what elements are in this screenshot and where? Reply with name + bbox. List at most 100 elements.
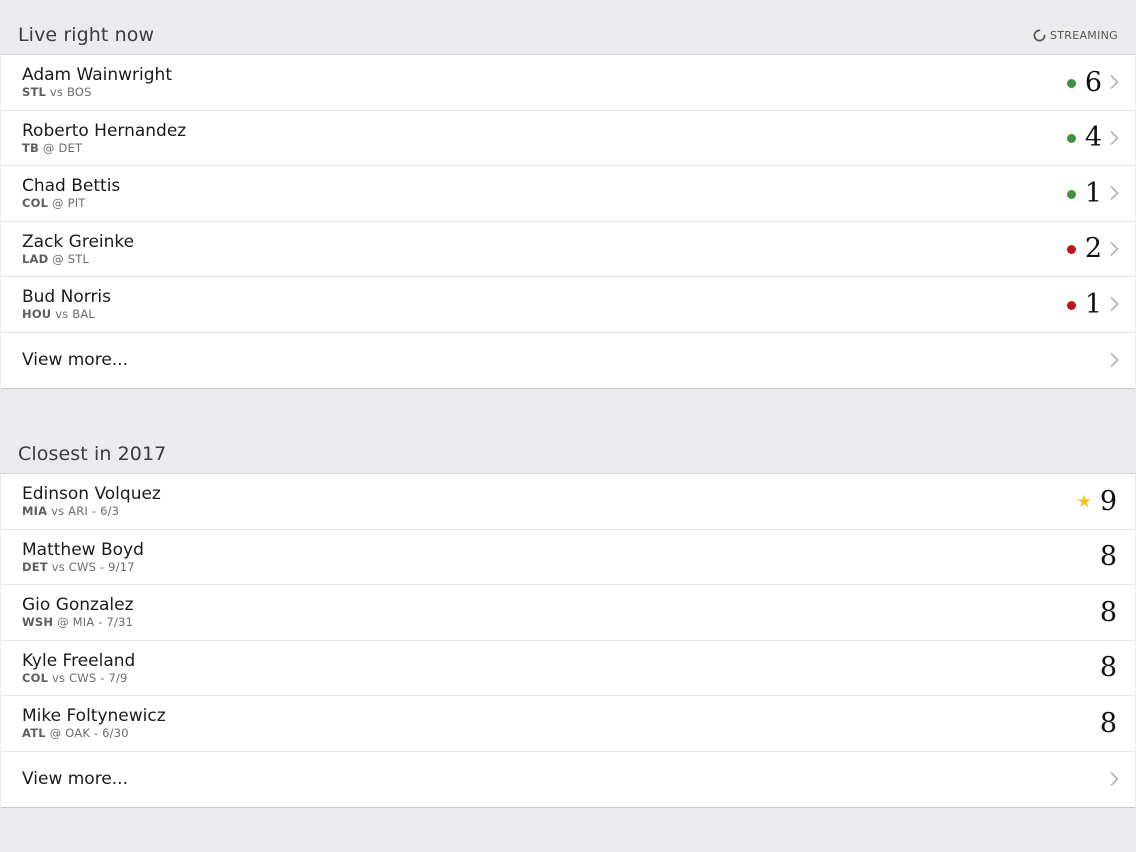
team-abbr: DET [22,559,48,574]
team-abbr: WSH [22,615,54,630]
list-item-text: Kyle Freeland COL vs CWS - 7/9 [22,651,135,685]
score: 2 [1084,233,1102,265]
matchup-separator: vs [52,670,66,685]
team-abbr: COL [22,196,49,211]
score: 8 [1099,541,1117,573]
matchup: STL vs BOS [22,85,172,99]
player-name: Chad Bettis [22,176,121,197]
matchup-separator: vs [51,559,65,574]
opponent: MIA - 7/31 [72,615,134,630]
score: 8 [1099,652,1117,684]
list-item[interactable]: Bud Norris HOU vs BAL 1 [1,277,1135,333]
matchup-separator: vs [49,85,64,100]
matchup: ATL @ OAK - 6/30 [22,726,166,740]
team-abbr: ATL [22,726,46,741]
list-item-text: Roberto Hernandez TB @ DET [22,121,186,155]
matchup: COL vs CWS - 7/9 [22,671,135,685]
player-name: Adam Wainwright [22,65,172,86]
list-item[interactable]: Adam Wainwright STL vs BOS 6 [1,55,1135,111]
list-item-text: Edinson Volquez MIA vs ARI - 6/3 [22,484,161,518]
list-item[interactable]: Zack Greinke LAD @ STL 2 [1,222,1135,277]
player-name: Zack Greinke [22,231,135,252]
matchup: LAD @ STL [22,252,134,266]
matchup: MIA vs ARI - 6/3 [22,504,161,518]
list-item-right: 1 [1066,166,1119,221]
player-name: Bud Norris [22,287,112,308]
team-abbr: COL [22,670,49,685]
list-item-text: Gio Gonzalez WSH @ MIA - 7/31 [22,595,134,629]
list-item[interactable]: Matthew Boyd DET vs CWS - 9/17 8 [1,530,1135,585]
opponent: ARI - 6/3 [68,504,120,519]
player-name: Matthew Boyd [22,539,144,560]
score: 8 [1099,707,1117,739]
list-item[interactable]: Edinson Volquez MIA vs ARI - 6/3 ★ 9 [1,474,1135,530]
matchup-separator: vs [55,307,69,322]
team-abbr: LAD [22,251,49,266]
matchup-separator: @ [52,196,64,211]
list-item-right: 6 [1066,55,1119,110]
list-item-right: 8 [1100,585,1117,640]
matchup: HOU vs BAL [22,307,111,321]
list-item-text: Mike Foltynewicz ATL @ OAK - 6/30 [22,706,166,740]
list-item-right: 1 [1066,277,1119,332]
list-item-right: ★ 9 [1077,474,1117,529]
opponent: BAL [72,307,96,322]
star-icon: ★ [1076,491,1092,512]
spinner-icon [1033,29,1046,41]
matchup: TB @ DET [22,141,186,155]
chevron-right-icon [1110,186,1119,201]
view-more-right [1102,752,1119,808]
closest-section-header: Closest in 2017 [0,436,1136,472]
player-name: Mike Foltynewicz [22,706,166,727]
live-status-dot [1066,78,1076,88]
live-status-dot [1066,134,1076,144]
list-item[interactable]: Roberto Hernandez TB @ DET 4 [1,111,1135,166]
list-item-right: 4 [1066,111,1119,166]
view-more-button[interactable]: View more... [1,752,1135,808]
live-section-header: Live right now STREAMING [0,17,1136,53]
chevron-right-icon [1110,772,1119,787]
closest-section-title: Closest in 2017 [18,443,167,465]
matchup-separator: @ [42,140,55,155]
score: 4 [1084,122,1102,154]
player-name: Gio Gonzalez [22,595,134,616]
view-more-button[interactable]: View more... [1,333,1135,389]
team-abbr: TB [22,140,40,155]
chevron-right-icon [1110,75,1119,90]
matchup: WSH @ MIA - 7/31 [22,615,134,629]
chevron-right-icon [1110,130,1119,145]
list-item-text: Zack Greinke LAD @ STL [22,232,134,266]
team-abbr: STL [22,85,47,100]
score: 9 [1099,485,1117,517]
list-item[interactable]: Chad Bettis COL @ PIT 1 [1,166,1135,222]
opponent: CWS - 9/17 [68,559,135,574]
live-status-dot [1066,300,1076,310]
team-abbr: MIA [22,504,48,519]
opponent: STL [67,251,90,266]
closest-list: Edinson Volquez MIA vs ARI - 6/3 ★ 9 Matthew… [1,473,1135,808]
matchup-separator: @ [49,726,62,741]
team-abbr: HOU [22,307,52,322]
list-item-text: Bud Norris HOU vs BAL [22,287,111,321]
matchup: DET vs CWS - 9/17 [22,560,144,574]
opponent: BOS [66,85,92,100]
list-item[interactable]: Mike Foltynewicz ATL @ OAK - 6/30 8 [1,696,1135,752]
list-item[interactable]: Gio Gonzalez WSH @ MIA - 7/31 8 [1,585,1135,641]
player-name: Edinson Volquez [22,484,161,505]
app-screen: Live right now STREAMING Adam Wainwright… [0,0,1136,852]
score: 8 [1099,596,1117,628]
live-status-dot [1066,245,1076,255]
chevron-right-icon [1110,297,1119,312]
score: 1 [1084,177,1102,209]
list-item-right: 2 [1066,222,1119,277]
list-item-right: 8 [1100,696,1117,751]
view-more-right [1102,333,1119,389]
list-item-text: Chad Bettis COL @ PIT [22,176,120,210]
chevron-right-icon [1110,353,1119,368]
list-item[interactable]: Kyle Freeland COL vs CWS - 7/9 8 [1,641,1135,696]
score: 1 [1084,288,1102,320]
list-item-right: 8 [1100,641,1117,696]
matchup-separator: @ [57,615,69,630]
live-list: Adam Wainwright STL vs BOS 6 Roberto Hernan… [1,54,1135,389]
opponent: OAK - 6/30 [65,726,129,741]
